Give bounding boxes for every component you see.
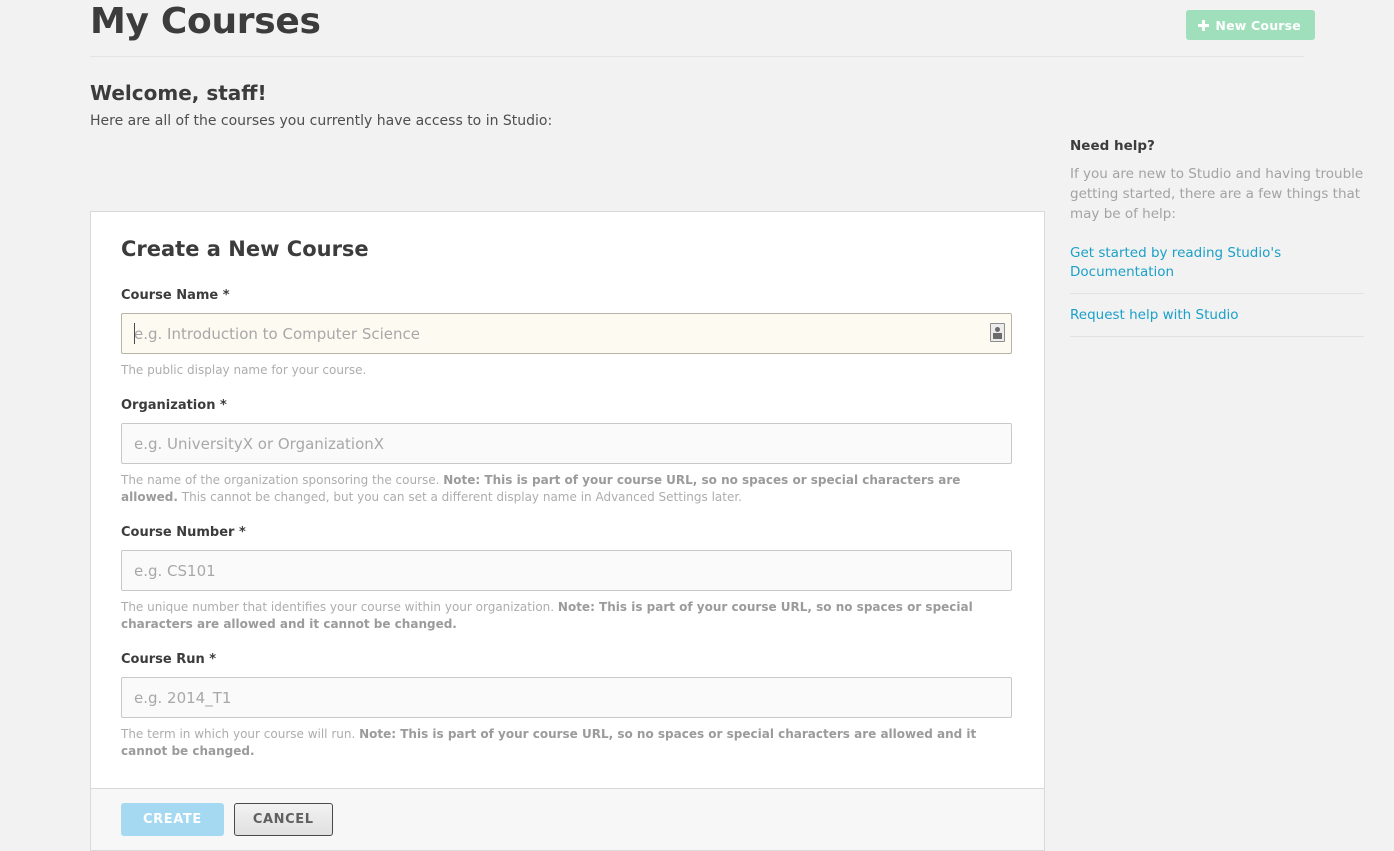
- form-title: Create a New Course: [121, 237, 369, 261]
- page-title: My Courses: [90, 1, 321, 42]
- organization-help: The name of the organization sponsoring …: [121, 472, 1011, 506]
- new-course-button[interactable]: New Course: [1186, 10, 1315, 40]
- help-sidebar: Need help? If you are new to Studio and …: [1070, 137, 1366, 337]
- text-cursor: [134, 323, 135, 344]
- cancel-button[interactable]: CANCEL: [233, 803, 333, 836]
- course-name-input-wrap: [121, 313, 1014, 354]
- organization-help-after: This cannot be changed, but you can set …: [177, 490, 742, 504]
- welcome-section: Welcome, staff! Here are all of the cour…: [90, 80, 1045, 131]
- autofill-icon[interactable]: [990, 323, 1005, 342]
- help-links: Get started by reading Studio's Document…: [1070, 244, 1366, 337]
- course-run-help: The term in which your course will run. …: [121, 726, 1011, 760]
- course-run-label: Course Run *: [121, 652, 217, 667]
- field-organization: Organization * The name of the organizat…: [121, 398, 1014, 506]
- course-name-help-text: The public display name for your course.: [121, 363, 367, 377]
- help-link-documentation[interactable]: Get started by reading Studio's Document…: [1070, 244, 1364, 294]
- form-actions: CREATE CANCEL: [91, 788, 1044, 850]
- course-number-input[interactable]: [121, 550, 1012, 591]
- course-run-input-wrap: [121, 677, 1014, 718]
- course-run-input[interactable]: [121, 677, 1012, 718]
- course-number-label: Course Number *: [121, 525, 246, 540]
- plus-icon: [1198, 19, 1210, 31]
- course-number-help-before: The unique number that identifies your c…: [121, 600, 558, 614]
- organization-label: Organization *: [121, 398, 227, 413]
- field-course-number: Course Number * The unique number that i…: [121, 525, 1014, 633]
- help-title: Need help?: [1070, 138, 1155, 154]
- organization-input[interactable]: [121, 423, 1012, 464]
- field-course-name: Course Name * The public display name fo…: [121, 288, 1014, 379]
- course-number-input-wrap: [121, 550, 1014, 591]
- course-name-help: The public display name for your course.: [121, 362, 1011, 379]
- help-text: If you are new to Studio and having trou…: [1070, 166, 1364, 222]
- organization-input-wrap: [121, 423, 1014, 464]
- organization-help-before: The name of the organization sponsoring …: [121, 473, 444, 487]
- field-course-run: Course Run * The term in which your cour…: [121, 652, 1014, 760]
- course-number-help: The unique number that identifies your c…: [121, 599, 1011, 633]
- course-name-label: Course Name *: [121, 288, 230, 303]
- page-header: My Courses New Course: [0, 0, 1394, 57]
- course-run-help-before: The term in which your course will run.: [121, 727, 360, 741]
- create-course-panel: Create a New Course Course Name * The pu…: [90, 211, 1045, 851]
- new-course-label: New Course: [1215, 17, 1301, 33]
- course-name-input[interactable]: [121, 313, 1012, 354]
- welcome-subtitle: Here are all of the courses you currentl…: [90, 113, 553, 129]
- help-link-request-help[interactable]: Request help with Studio: [1070, 294, 1364, 337]
- welcome-title: Welcome, staff!: [90, 81, 267, 105]
- create-button[interactable]: CREATE: [121, 803, 224, 836]
- header-divider: [90, 56, 1304, 57]
- create-course-form: Create a New Course Course Name * The pu…: [91, 212, 1044, 788]
